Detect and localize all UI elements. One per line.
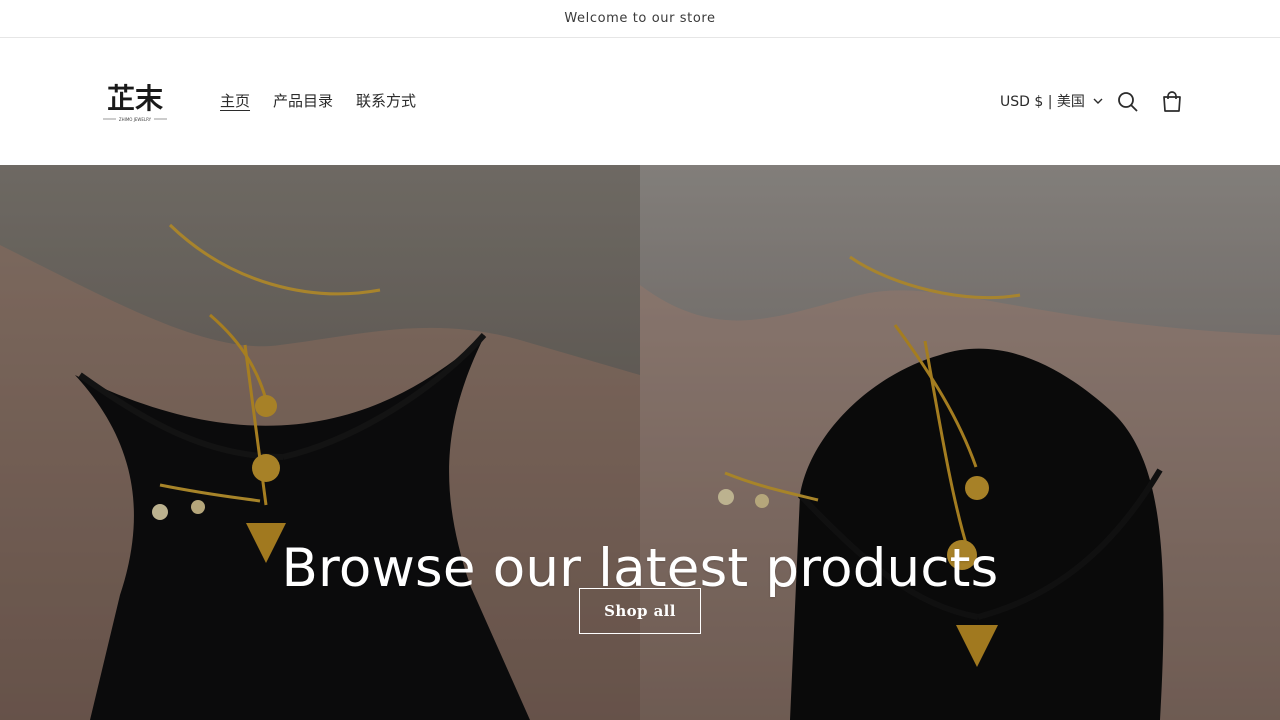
search-icon xyxy=(1118,92,1138,112)
chevron-down-icon xyxy=(1093,98,1103,104)
main-nav: 主页 产品目录 联系方式 xyxy=(220,90,416,111)
country-currency-label: USD $ | 美国 xyxy=(1000,94,1085,110)
shop-all-button[interactable]: Shop all xyxy=(579,588,701,634)
nav-catalog[interactable]: 产品目录 xyxy=(273,90,333,111)
country-currency-selector[interactable]: USD $ | 美国 xyxy=(1000,91,1103,111)
announcement-bar: Welcome to our store xyxy=(0,0,1280,38)
hero-overlay xyxy=(0,165,1280,720)
svg-text:芷末: 芷末 xyxy=(107,82,163,115)
search-button[interactable] xyxy=(1115,89,1141,115)
nav-contact[interactable]: 联系方式 xyxy=(356,90,416,111)
cart-icon xyxy=(1163,91,1181,112)
logo-mark: 芷末 ZHIMO JEWELRY xyxy=(103,82,167,122)
site-header: 芷末 ZHIMO JEWELRY 主页 产品目录 联系方式 USD $ | 美国 xyxy=(0,38,1280,165)
nav-home[interactable]: 主页 xyxy=(220,90,250,111)
hero-banner: Browse our latest products Shop all xyxy=(0,165,1280,720)
announcement-text: Welcome to our store xyxy=(564,11,716,26)
brand-logo[interactable]: 芷末 ZHIMO JEWELRY xyxy=(98,78,172,126)
svg-text:ZHIMO JEWELRY: ZHIMO JEWELRY xyxy=(119,117,152,122)
cart-button[interactable] xyxy=(1159,89,1185,115)
